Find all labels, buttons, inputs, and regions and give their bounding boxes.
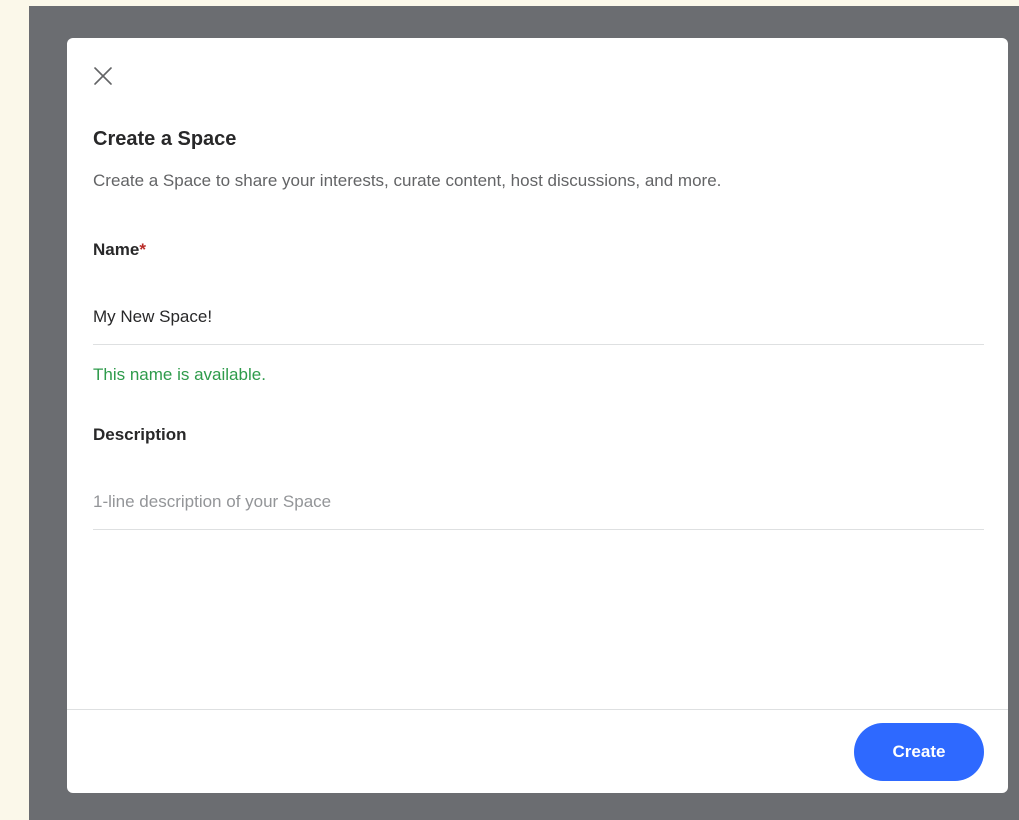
create-space-modal: Create a Space Create a Space to share y… xyxy=(67,38,1008,793)
close-button[interactable] xyxy=(89,64,117,92)
create-button[interactable]: Create xyxy=(854,723,984,781)
modal-title: Create a Space xyxy=(93,128,237,150)
description-field-label: Description xyxy=(93,425,187,444)
name-field-label: Name* xyxy=(93,240,146,260)
name-label-text: Name xyxy=(93,240,140,259)
close-icon xyxy=(91,64,115,93)
name-input[interactable] xyxy=(93,290,984,345)
description-input[interactable] xyxy=(93,475,984,530)
modal-subtitle: Create a Space to share your interests, … xyxy=(93,171,722,190)
footer-divider xyxy=(67,709,1008,710)
required-marker: * xyxy=(139,240,146,259)
name-availability-status: This name is available. xyxy=(93,365,266,384)
